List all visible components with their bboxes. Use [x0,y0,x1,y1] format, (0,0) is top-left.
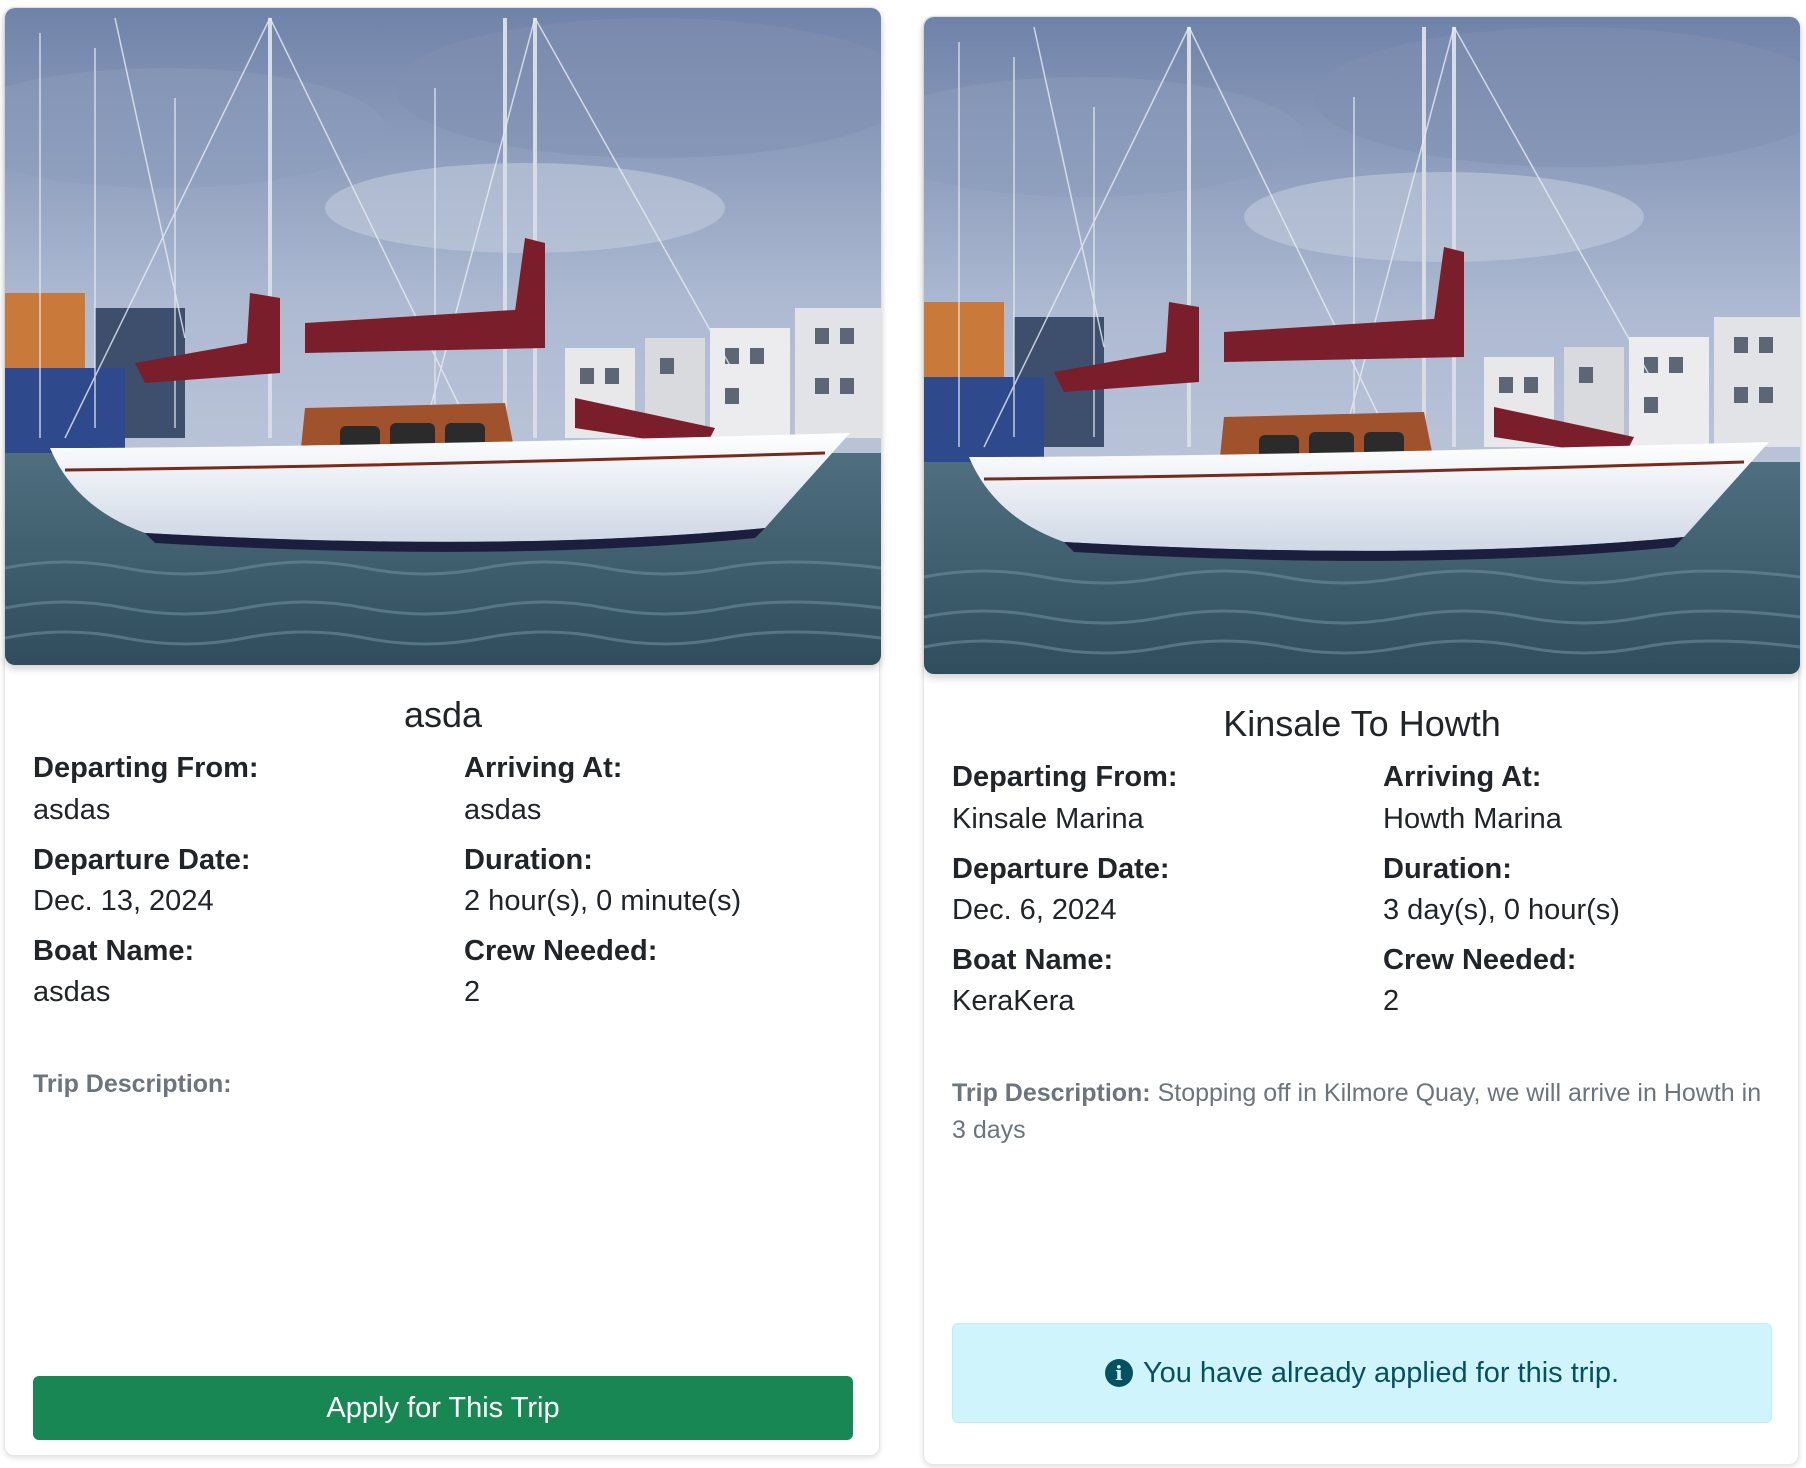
departure-date-label: Departure Date: [952,853,1170,885]
trip-description-label: Trip Description: [952,1079,1151,1107]
apply-for-trip-button[interactable]: Apply for This Trip [33,1376,853,1440]
boat-name-value: asdas [33,976,111,1008]
crew-needed-label: Crew Needed: [1383,944,1577,976]
trip-title: Kinsale To Howth [1223,703,1501,744]
departure-date-label: Departure Date: [33,844,251,876]
boat-photo [5,8,881,665]
trip-card: asda Departing From: asdas Arriving At: … [4,7,881,1456]
arriving-at-label: Arriving At: [464,752,623,784]
info-circle-icon: i [1104,1359,1133,1387]
arriving-at-value: asdas [464,794,542,826]
boat-name-value: KeraKera [952,985,1075,1017]
departure-date-value: Dec. 13, 2024 [33,885,214,917]
departing-from-label: Departing From: [952,761,1178,793]
trip-description: Trip Description: Stopping off in Kilmor… [952,1075,1772,1149]
duration-label: Duration: [464,844,593,876]
departing-from-label: Departing From: [33,752,259,784]
boat-name-label: Boat Name: [952,944,1114,976]
departing-from-value: asdas [33,794,111,826]
arriving-at-label: Arriving At: [1383,761,1542,793]
trip-title: asda [403,694,483,735]
departing-from-value: Kinsale Marina [952,803,1144,835]
trip-description-label: Trip Description: [33,1070,232,1098]
crew-needed-label: Crew Needed: [464,935,658,967]
duration-value: 3 day(s), 0 hour(s) [1383,894,1620,926]
trip-card: Kinsale To Howth Departing From: Kinsale… [923,16,1800,1465]
boat-name-label: Boat Name: [33,935,195,967]
duration-value: 2 hour(s), 0 minute(s) [464,885,742,917]
boat-photo [924,17,1800,674]
already-applied-alert: i You have already applied for this trip… [952,1323,1772,1423]
crew-needed-value: 2 [464,976,481,1008]
duration-label: Duration: [1383,853,1512,885]
already-applied-message: You have already applied for this trip. [1142,1356,1620,1389]
departure-date-value: Dec. 6, 2024 [952,894,1117,926]
crew-needed-value: 2 [1383,985,1400,1017]
arriving-at-value: Howth Marina [1383,803,1562,835]
trip-description: Trip Description: [33,1066,853,1103]
